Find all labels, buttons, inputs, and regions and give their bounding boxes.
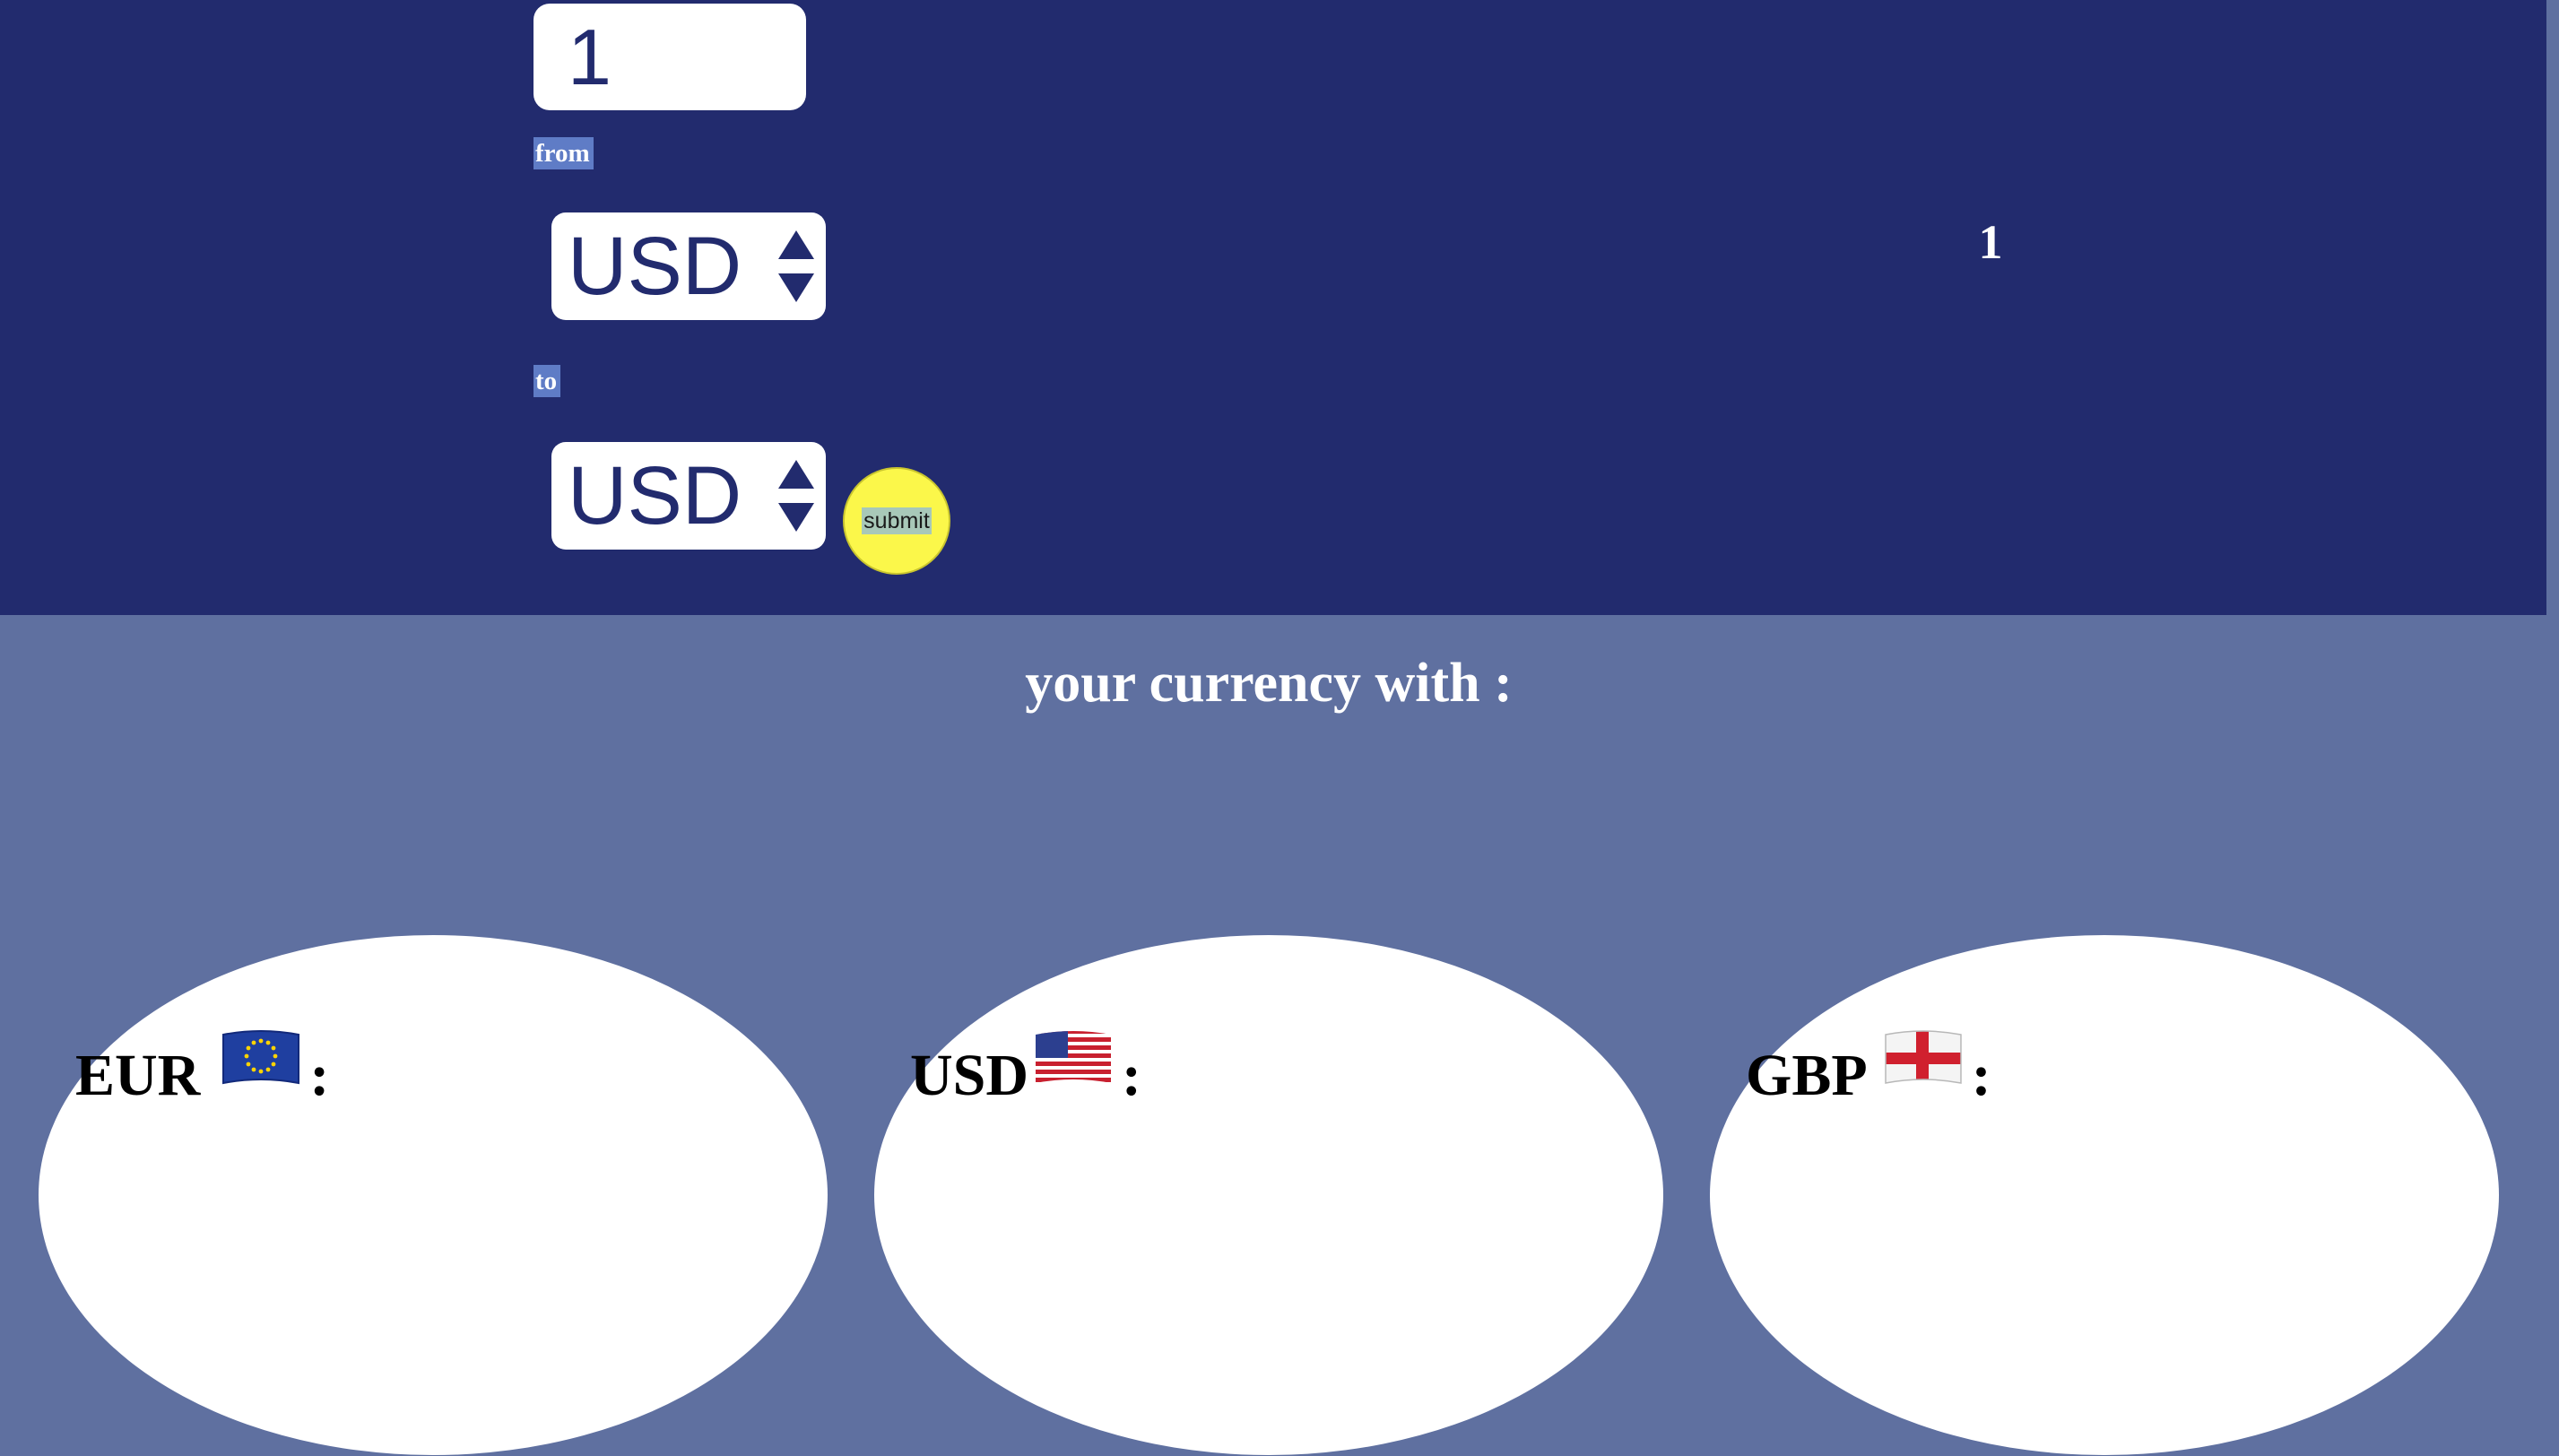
rate-separator: : <box>1971 1043 1991 1108</box>
gbp-rate-label: GBP : <box>1746 1022 1991 1112</box>
panel-edge <box>2546 0 2559 615</box>
eu-flag-icon <box>222 1030 300 1085</box>
eur-rate-card <box>39 935 828 1455</box>
eur-rate-label: EUR : <box>75 1022 329 1112</box>
currency-code: USD <box>910 1043 1029 1108</box>
to-label: to <box>533 365 561 397</box>
currency-code: GBP <box>1746 1043 1868 1108</box>
from-currency-value: USD <box>568 221 742 312</box>
gbp-rate-card <box>1710 935 2499 1455</box>
from-label: from <box>533 137 594 169</box>
currency-code: EUR <box>75 1043 201 1108</box>
us-flag-icon <box>1036 1031 1112 1083</box>
from-currency-select[interactable]: USD <box>551 212 826 320</box>
rates-heading: your currency with : <box>1025 653 1513 714</box>
to-currency-select[interactable]: USD <box>551 442 826 550</box>
rate-separator: : <box>1122 1043 1142 1108</box>
to-currency-value: USD <box>568 450 742 542</box>
submit-button[interactable]: submit <box>843 467 950 575</box>
rate-separator: : <box>309 1043 330 1108</box>
conversion-result: 1 <box>1978 215 2003 269</box>
usd-rate-card <box>874 935 1663 1455</box>
usd-rate-label: USD : <box>910 1022 1141 1112</box>
england-flag-icon <box>1884 1030 1962 1084</box>
converter-panel <box>0 0 2546 615</box>
submit-label: submit <box>862 507 932 534</box>
select-arrows-icon <box>778 460 814 532</box>
select-arrows-icon <box>778 230 814 302</box>
amount-input[interactable] <box>533 4 806 110</box>
